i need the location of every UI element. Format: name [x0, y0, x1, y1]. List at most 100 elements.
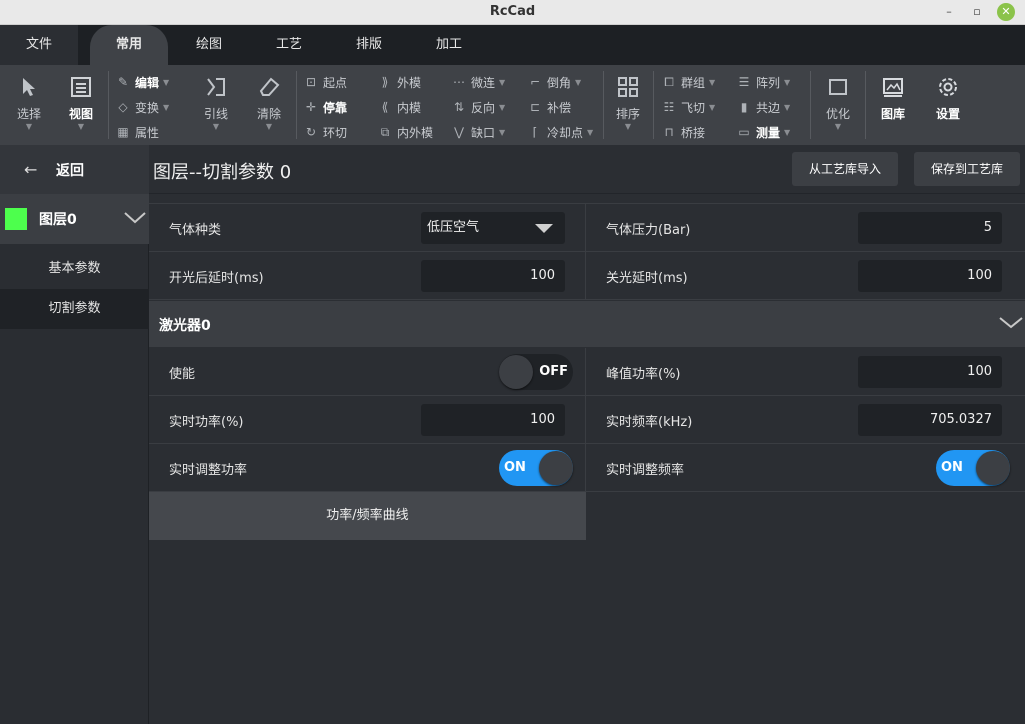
micro-joint-icon: ⋯	[453, 75, 465, 89]
clear-label: 清除	[256, 107, 281, 121]
tab-process[interactable]: 工艺	[254, 25, 324, 65]
stop-tool[interactable]: ✛ 停靠	[302, 96, 347, 118]
menu-bar: 文件 常用 绘图 工艺 排版 加工	[0, 25, 1025, 65]
params-content: 气体种类 低压空气 气体压力(Bar) 5 开光后延时(ms) 100 关光延时…	[149, 194, 1025, 724]
minimize-button[interactable]: –	[940, 3, 958, 21]
chamfer-tool[interactable]: ⌐ 倒角 ▼	[526, 71, 581, 93]
gear-icon	[934, 73, 962, 101]
toggle-knob	[499, 355, 533, 389]
toggle-knob	[976, 451, 1010, 485]
attr-tool[interactable]: ▦ 属性	[114, 121, 159, 143]
sidebar-item-cut-params[interactable]: 切割参数	[0, 289, 149, 329]
realtime-power-input[interactable]: 100	[421, 404, 565, 436]
library-icon	[879, 73, 907, 101]
gas-type-select[interactable]: 低压空气	[421, 212, 565, 244]
loop-cut-tool[interactable]: ↻ 环切	[302, 121, 347, 143]
ribbon-divider	[653, 71, 654, 139]
view-tool[interactable]: 视图 ▼	[60, 69, 102, 141]
on-delay-label: 开光后延时(ms)	[169, 271, 264, 286]
back-button[interactable]: ← 返回	[0, 145, 149, 194]
leadline-tool[interactable]: 引线 ▼	[193, 69, 239, 141]
adj-freq-label: 实时调整频率	[606, 463, 685, 478]
cooling-point-tool[interactable]: ⌈ 冷却点 ▼	[526, 121, 594, 143]
adj-freq-toggle[interactable]: ON	[936, 450, 1010, 486]
chamfer-icon: ⌐	[529, 75, 541, 89]
transform-tool[interactable]: ◇ 变换 ▼	[114, 96, 169, 118]
edit-tool[interactable]: ✎ 编辑 ▼	[114, 71, 169, 93]
enable-toggle[interactable]: OFF	[499, 354, 573, 390]
leadline-label: 引线	[203, 107, 228, 121]
tab-layout[interactable]: 排版	[334, 25, 404, 65]
select-label: 选择	[16, 107, 41, 121]
library-tool[interactable]: 图库	[870, 69, 916, 141]
tab-machining[interactable]: 加工	[414, 25, 484, 65]
outer-mold-icon: ⟫	[381, 75, 389, 89]
chevron-down-icon: ▼	[624, 122, 632, 131]
tab-draw[interactable]: 绘图	[174, 25, 244, 65]
attr-icon: ▦	[117, 125, 129, 139]
reverse-tool[interactable]: ⇅ 反向 ▼	[450, 96, 505, 118]
realtime-row: 实时功率(%) 100 实时频率(kHz) 705.0327	[149, 396, 1025, 444]
cursor-icon	[15, 73, 43, 101]
peak-power-input[interactable]: 100	[858, 356, 1002, 388]
fly-cut-tool[interactable]: ☷ 飞切 ▼	[660, 96, 716, 118]
group-icon: ⧠	[664, 74, 674, 89]
gas-pressure-label: 气体压力(Bar)	[606, 223, 691, 238]
close-button[interactable]: ✕	[997, 3, 1015, 21]
on-delay-input[interactable]: 100	[421, 260, 565, 292]
gas-pressure-input[interactable]: 5	[858, 212, 1002, 244]
view-label: 视图	[68, 107, 93, 121]
array-tool[interactable]: ☰ 阵列 ▼	[735, 71, 791, 93]
realtime-freq-label: 实时频率(kHz)	[606, 415, 693, 430]
adj-power-label: 实时调整功率	[169, 463, 248, 478]
start-point-icon: ⊡	[305, 75, 317, 89]
inner-mold-tool[interactable]: ⟪ 内模	[376, 96, 421, 118]
micro-joint-tool[interactable]: ⋯ 微连 ▼	[450, 71, 505, 93]
eraser-icon	[255, 73, 283, 101]
sort-label: 排序	[615, 107, 640, 121]
select-tool[interactable]: 选择 ▼	[8, 69, 50, 141]
tab-common[interactable]: 常用	[90, 25, 168, 65]
left-panel: ← 返回 图层0 基本参数 切割参数	[0, 145, 149, 724]
array-icon: ☰	[738, 75, 750, 89]
realtime-freq-input[interactable]: 705.0327	[858, 404, 1002, 436]
settings-tool[interactable]: 设置	[925, 69, 971, 141]
start-point-tool[interactable]: ⊡ 起点	[302, 71, 347, 93]
ribbon-toolbar: 选择 ▼ 视图 ▼ ✎ 编辑 ▼ ◇ 变换 ▼ ▦ 属性 引线 ▼ 清除 ▼ ⊡ 起点 ✛ 停…	[0, 65, 1025, 145]
compensate-icon: ⊏	[529, 100, 541, 114]
tab-file[interactable]: 文件	[0, 25, 78, 65]
layer-color-swatch	[5, 208, 27, 230]
sidebar-item-basic-params[interactable]: 基本参数	[0, 249, 149, 289]
power-frequency-curve-button[interactable]: 功率/频率曲线	[149, 492, 586, 540]
back-label: 返回	[56, 162, 84, 179]
import-from-library-button[interactable]: 从工艺库导入	[792, 152, 898, 186]
compensate-tool[interactable]: ⊏ 补偿	[526, 96, 571, 118]
measure-tool[interactable]: ▭ 测量 ▼	[735, 121, 790, 143]
save-to-library-button[interactable]: 保存到工艺库	[914, 152, 1020, 186]
adj-power-toggle[interactable]: ON	[499, 450, 573, 486]
gap-tool[interactable]: ⋁ 缺口 ▼	[450, 121, 505, 143]
common-edge-tool[interactable]: ▮ 共边 ▼	[735, 96, 790, 118]
sort-tool[interactable]: 排序 ▼	[606, 69, 650, 141]
inner-mold-icon: ⟪	[381, 100, 389, 114]
outer-mold-tool[interactable]: ⟫ 外模	[376, 71, 421, 93]
cooling-point-icon: ⌈	[532, 125, 538, 139]
clear-tool[interactable]: 清除 ▼	[246, 69, 292, 141]
gap-icon: ⋁	[454, 125, 464, 139]
window-title: RcCad	[489, 4, 536, 19]
inner-outer-mold-tool[interactable]: ⧉ 内外模	[376, 121, 433, 143]
layer-selector[interactable]: 图层0	[0, 194, 149, 244]
sort-icon	[614, 73, 642, 101]
chevron-down-icon: ▼	[77, 122, 85, 131]
library-label: 图库	[880, 107, 905, 121]
maximize-button[interactable]: ▫	[968, 3, 986, 21]
optimize-tool[interactable]: 优化 ▼	[815, 69, 861, 141]
group-tool[interactable]: ⧠ 群组 ▼	[660, 71, 715, 93]
ribbon-divider	[810, 71, 811, 139]
laser-section-title: 激光器0	[159, 318, 211, 334]
bridge-tool[interactable]: ⊓ 桥接	[660, 121, 705, 143]
title-bar: RcCad – ▫ ✕	[0, 0, 1025, 25]
off-delay-input[interactable]: 100	[858, 260, 1002, 292]
laser-section-header[interactable]: 激光器0	[149, 301, 1025, 347]
edit-icon: ✎	[117, 75, 129, 89]
